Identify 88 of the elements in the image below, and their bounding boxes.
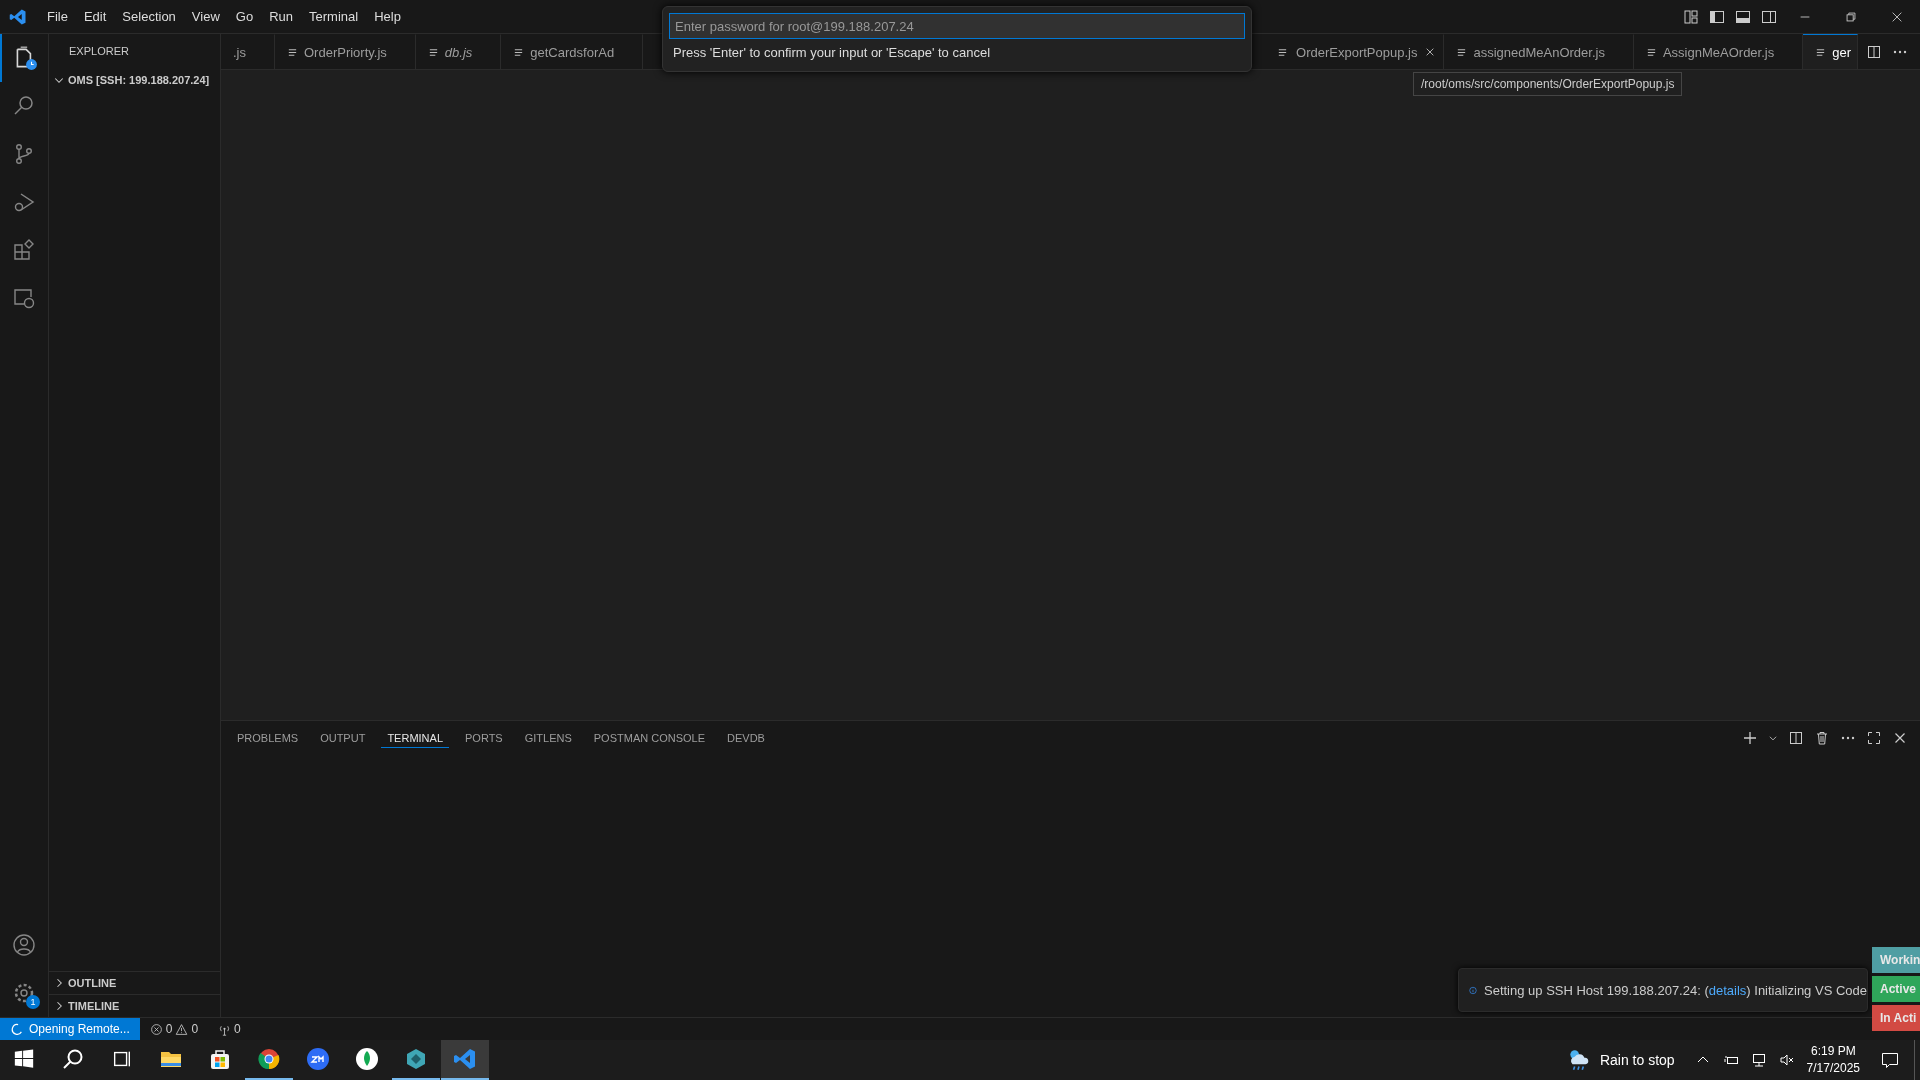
error-count[interactable]: 0 [165, 1022, 173, 1036]
split-editor-icon[interactable] [1866, 43, 1882, 60]
editor-tab[interactable]: .js [221, 34, 275, 69]
secondary-sidebar-icon[interactable] [1761, 8, 1777, 25]
file-lines-icon [427, 46, 439, 58]
editor-tab[interactable]: getCardsforAd [501, 34, 644, 69]
clock-date[interactable]: 7/17/2025 [1806, 1060, 1860, 1077]
code-editor-icon [453, 1047, 477, 1071]
clock-time[interactable]: 6:19 PM [1810, 1043, 1856, 1060]
panel-tab[interactable]: DEVDB [721, 728, 771, 748]
gear-icon[interactable] [12, 981, 36, 1005]
plus-icon[interactable] [1742, 730, 1758, 746]
panel-tab[interactable]: GITLENS [518, 728, 578, 748]
quick-input-message: Press 'Enter' to confirm your input or 'Escape' to cancel [672, 45, 991, 60]
menu-item[interactable]: Terminal [301, 9, 367, 24]
leaf-icon [355, 1047, 379, 1071]
editor-tab[interactable]: assignedMeAnOrder.js [1444, 34, 1634, 69]
play-bug-icon [12, 190, 36, 214]
search-icon [61, 1047, 85, 1071]
error-icon[interactable] [149, 1022, 163, 1036]
spinner-icon [10, 1022, 23, 1036]
tab-label: assignedMeAnOrder.js [1473, 44, 1605, 60]
editor-tab[interactable]: ger [1803, 34, 1858, 69]
menu-item[interactable]: Edit [75, 9, 115, 24]
tab-label: db.js [444, 44, 473, 60]
tab-label: AssignMeAOrder.js [1662, 44, 1775, 60]
monitor-icon [12, 286, 36, 310]
section-label: TIMELINE [68, 1000, 120, 1012]
notifications-icon[interactable] [1880, 1050, 1900, 1070]
tab-label: getCardsforAd [530, 44, 615, 60]
file-lines-icon [1815, 46, 1827, 58]
panel-tab[interactable]: PROBLEMS [231, 728, 305, 748]
notification-badge: 1 [26, 995, 40, 1009]
sidebar-toggle-icon[interactable] [1709, 8, 1725, 25]
maximize-icon[interactable] [1866, 730, 1882, 746]
warning-icon[interactable] [175, 1022, 189, 1036]
menu-item[interactable]: View [183, 9, 228, 24]
file-lines-icon [513, 46, 525, 58]
close-icon[interactable] [1425, 47, 1436, 57]
file-lines-icon [1645, 46, 1657, 58]
split-terminal-icon[interactable] [1788, 730, 1804, 746]
sidebar-title: EXPLORER [68, 44, 130, 59]
menu-item[interactable]: Selection [114, 9, 184, 24]
editor-tab[interactable]: OrderExportPopup.js [1265, 34, 1445, 69]
app-logo-icon [9, 7, 27, 26]
file-lines-icon [1456, 46, 1468, 58]
browser-icon [257, 1047, 281, 1071]
password-field[interactable]: Enter password for root@199.188.207.24 [669, 13, 1245, 39]
cube-icon [404, 1047, 428, 1071]
warning-count[interactable]: 0 [191, 1022, 199, 1036]
panel-toggle-icon[interactable] [1735, 8, 1751, 25]
file-lines-icon [1277, 46, 1288, 58]
blocks-icon [12, 238, 36, 262]
network-icon[interactable] [1750, 1052, 1767, 1068]
shopping-bag-icon [208, 1047, 232, 1071]
menu-item[interactable]: File [39, 9, 76, 24]
muted-speaker-icon[interactable] [1778, 1052, 1795, 1068]
editor-tab[interactable]: OrderPriorty.js [275, 34, 416, 69]
path-tooltip: /root/oms/src/components/OrderExportPopup.js [1413, 72, 1683, 96]
ports-count[interactable]: 0 [234, 1022, 241, 1036]
section-label: OMS [SSH: 199.188.207.24] [68, 74, 210, 86]
weather-text[interactable]: Rain to stop [1599, 1052, 1675, 1068]
remote-status[interactable]: Opening Remote... [0, 1018, 140, 1040]
tab-label: ger [1832, 44, 1851, 60]
section-label: OUTLINE [68, 977, 117, 989]
trash-icon[interactable] [1814, 730, 1830, 746]
tab-label: OrderExportPopup.js [1296, 44, 1418, 60]
panel-tab[interactable]: OUTPUT [314, 728, 372, 748]
details-link[interactable]: details [1708, 982, 1747, 998]
remote-status-label: Opening Remote... [29, 1022, 130, 1036]
start-icon [13, 1048, 35, 1070]
menu-item[interactable]: Go [227, 9, 262, 24]
panel-tab[interactable]: PORTS [459, 728, 509, 748]
editor-tab[interactable]: db.js [415, 34, 502, 69]
layout-icon[interactable] [1683, 8, 1699, 25]
menu-item[interactable]: Run [261, 9, 301, 24]
file-lines-icon [287, 46, 298, 58]
menu-item[interactable]: Help [366, 9, 409, 24]
tab-label: OrderPriorty.js [304, 44, 387, 60]
panel-tab[interactable]: POSTMAN CONSOLE [587, 728, 712, 748]
sidebar-section-header[interactable]: OUTLINE [49, 971, 220, 994]
sidebar-section-header[interactable]: OMS [SSH: 199.188.207.24] [49, 69, 220, 91]
notification-message: Setting up SSH Host 199.188.207.24: (details) Initializing VS Code [1484, 982, 1867, 998]
status-chip[interactable]: In Acti [1872, 1005, 1920, 1031]
app-icon [306, 1047, 330, 1071]
tab-label: .js [233, 44, 246, 60]
panel-tab[interactable]: TERMINAL [381, 728, 449, 748]
account-icon[interactable] [12, 933, 36, 957]
